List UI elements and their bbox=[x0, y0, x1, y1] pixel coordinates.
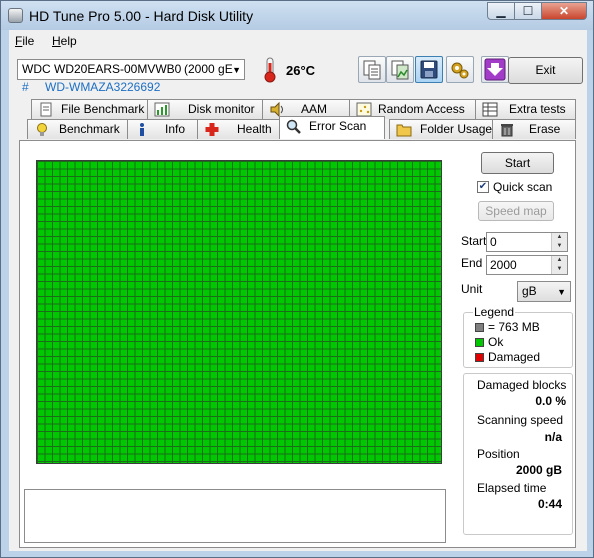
tab-label: Extra tests bbox=[509, 102, 566, 116]
drive-select[interactable]: WDC WD20EARS-00MVWB0 (2000 gE ▼ bbox=[17, 59, 245, 80]
title-bar[interactable]: HD Tune Pro 5.00 - Hard Disk Utility ▁ ☐… bbox=[1, 1, 593, 30]
legend-ok-swatch bbox=[475, 338, 484, 347]
options-button[interactable] bbox=[446, 56, 474, 83]
menu-bar: File Help bbox=[9, 30, 587, 52]
tab-file-benchmark[interactable]: File Benchmark bbox=[31, 99, 148, 119]
file-icon bbox=[40, 102, 52, 117]
scan-log-box[interactable] bbox=[24, 489, 446, 543]
legend-block-swatch bbox=[475, 323, 484, 332]
chevron-down-icon: ▼ bbox=[557, 287, 566, 297]
start-value: 0 bbox=[490, 235, 497, 249]
tab-disk-monitor[interactable]: Disk monitor bbox=[147, 99, 263, 119]
drive-capacity: (2000 gE bbox=[184, 62, 233, 76]
tab-folder-usage[interactable]: Folder Usage bbox=[389, 119, 493, 139]
unit-label: Unit bbox=[461, 282, 483, 296]
unit-value: gB bbox=[522, 284, 537, 298]
quick-scan-checkbox[interactable]: ✔ bbox=[477, 181, 489, 193]
start-spinbox[interactable]: 0 ▲ ▼ bbox=[486, 232, 568, 252]
menu-help[interactable]: Help bbox=[52, 34, 77, 48]
tab-label: Error Scan bbox=[309, 119, 367, 133]
tab-label: Erase bbox=[529, 122, 561, 136]
serial-hash: # bbox=[22, 80, 29, 94]
download-button[interactable] bbox=[481, 56, 509, 83]
tab-label: Random Access bbox=[378, 102, 465, 116]
menu-file[interactable]: File bbox=[15, 34, 34, 48]
legend-block-size: = 763 MB bbox=[488, 320, 540, 334]
end-label: End bbox=[461, 256, 483, 270]
magnifier-icon bbox=[286, 119, 301, 134]
info-icon bbox=[140, 123, 144, 136]
scanning-speed-value: n/a bbox=[544, 430, 562, 444]
legend-damaged-label: Damaged bbox=[488, 350, 541, 364]
position-label: Position bbox=[477, 447, 520, 461]
elapsed-time-value: 0:44 bbox=[537, 497, 562, 511]
scanning-speed-label: Scanning speed bbox=[477, 413, 564, 427]
tab-erase[interactable]: Erase bbox=[492, 119, 576, 139]
exit-button[interactable]: Exit bbox=[508, 57, 583, 84]
position-value: 2000 gB bbox=[515, 463, 562, 477]
maximize-button[interactable]: ☐ bbox=[514, 2, 542, 20]
lightbulb-icon bbox=[37, 123, 47, 136]
tab-label: Health bbox=[237, 122, 272, 136]
temperature-readout: 26°C bbox=[286, 63, 316, 78]
spin-arrows-icon[interactable]: ▲ ▼ bbox=[551, 256, 567, 274]
scatter-icon bbox=[356, 102, 372, 117]
stats-box: Damaged blocks 0.0 % Scanning speed n/a … bbox=[463, 373, 573, 535]
chevron-down-icon: ▼ bbox=[232, 65, 241, 75]
damaged-blocks-label: Damaged blocks bbox=[477, 378, 567, 392]
drive-name: WDC WD20EARS-00MVWB0 bbox=[22, 62, 182, 76]
bar-chart-icon bbox=[154, 102, 170, 117]
app-icon bbox=[8, 8, 23, 23]
copy-screenshot-icon bbox=[391, 60, 409, 80]
tab-label: Benchmark bbox=[59, 122, 120, 136]
speaker-icon bbox=[270, 102, 283, 117]
tab-label: Folder Usage bbox=[420, 122, 493, 136]
window-title: HD Tune Pro 5.00 - Hard Disk Utility bbox=[29, 8, 254, 24]
tab-health[interactable]: Health bbox=[197, 119, 280, 139]
unit-select[interactable]: gB ▼ bbox=[517, 281, 571, 302]
serial-number: WD-WMAZA3226692 bbox=[45, 80, 161, 94]
copy-screenshot-button[interactable] bbox=[386, 56, 414, 83]
tab-label: File Benchmark bbox=[61, 102, 145, 116]
grid-icon bbox=[482, 102, 498, 117]
damaged-blocks-value: 0.0 % bbox=[535, 394, 566, 408]
start-label: Start bbox=[461, 234, 487, 248]
folder-icon bbox=[396, 124, 412, 137]
end-value: 2000 bbox=[490, 258, 517, 272]
start-button[interactable]: Start bbox=[481, 152, 554, 174]
tab-info[interactable]: Info bbox=[127, 119, 198, 139]
legend-box: Legend = 763 MB Ok Damaged bbox=[463, 305, 573, 368]
thermometer-icon bbox=[264, 57, 276, 83]
minimize-button[interactable]: ▁ bbox=[487, 2, 515, 20]
spin-arrows-icon[interactable]: ▲ ▼ bbox=[551, 233, 567, 251]
tab-label: Info bbox=[165, 122, 186, 136]
elapsed-time-label: Elapsed time bbox=[477, 481, 547, 495]
legend-damaged-swatch bbox=[475, 353, 484, 362]
legend-title: Legend bbox=[473, 305, 516, 319]
quick-scan-label: Quick scan bbox=[493, 180, 553, 194]
speed-map-button[interactable]: Speed map bbox=[478, 201, 554, 221]
close-button[interactable]: ✕ bbox=[541, 2, 587, 20]
error-scan-panel: Start ✔ Quick scan Speed map Start 0 ▲ ▼ … bbox=[19, 140, 576, 548]
tab-error-scan[interactable]: Error Scan bbox=[279, 116, 385, 139]
end-spinbox[interactable]: 2000 ▲ ▼ bbox=[486, 255, 568, 275]
download-icon bbox=[484, 58, 506, 81]
client-area: File Help WDC WD20EARS-00MVWB0 (2000 gE … bbox=[9, 30, 587, 551]
health-cross-icon bbox=[205, 123, 219, 136]
app-window: HD Tune Pro 5.00 - Hard Disk Utility ▁ ☐… bbox=[0, 0, 594, 558]
tab-extra-tests[interactable]: Extra tests bbox=[475, 99, 576, 119]
scan-block-map bbox=[36, 160, 442, 464]
copy-text-icon bbox=[363, 60, 381, 80]
legend-ok-label: Ok bbox=[488, 335, 504, 349]
options-icon bbox=[451, 62, 469, 79]
tab-benchmark[interactable]: Benchmark bbox=[27, 119, 128, 139]
trash-icon bbox=[501, 124, 513, 137]
save-icon bbox=[420, 60, 438, 79]
save-button[interactable] bbox=[415, 56, 443, 83]
copy-text-button[interactable] bbox=[358, 56, 386, 83]
tab-label: Disk monitor bbox=[188, 102, 255, 116]
